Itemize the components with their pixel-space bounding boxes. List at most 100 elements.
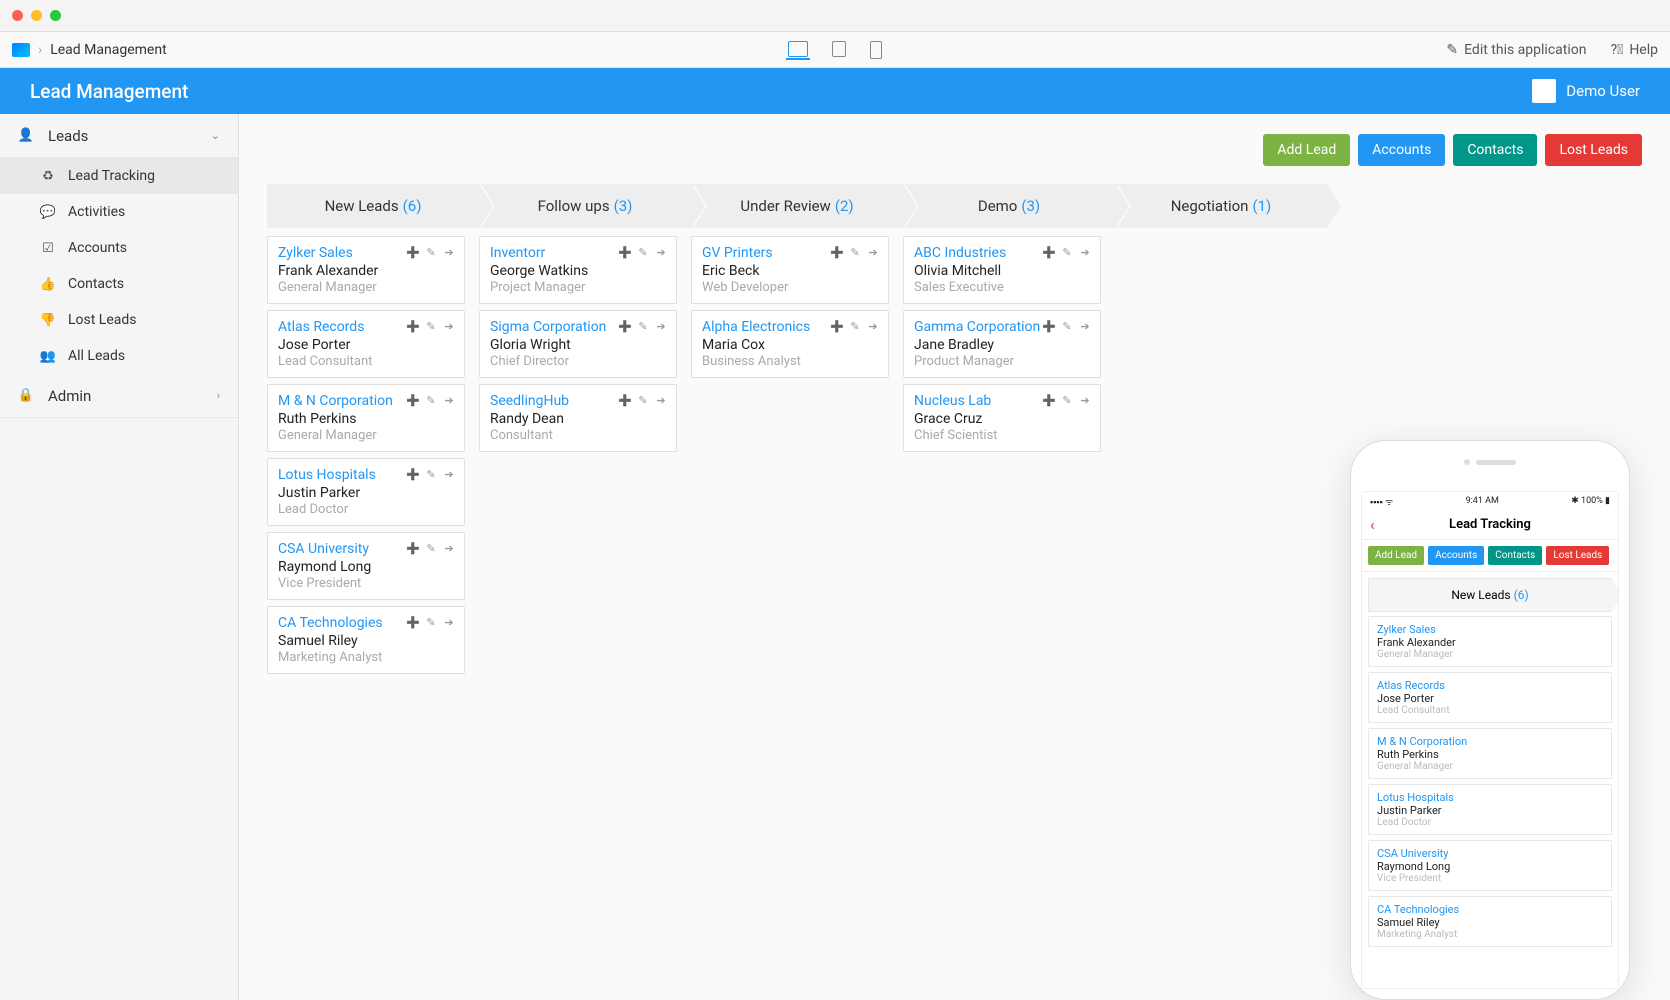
edit-icon[interactable]: ✎ [1060, 319, 1074, 333]
move-icon[interactable]: ➔ [866, 245, 880, 259]
edit-icon[interactable]: ✎ [424, 319, 438, 333]
phone-accounts-button[interactable]: Accounts [1428, 546, 1484, 565]
move-icon[interactable]: ➔ [442, 615, 456, 629]
sidebar-item-lost-leads[interactable]: 👎 Lost Leads [0, 302, 238, 338]
stage-header[interactable]: New Leads (6) [267, 184, 479, 228]
sidebar-item-activities[interactable]: 💬 Activities [0, 194, 238, 230]
move-icon[interactable]: ➔ [442, 541, 456, 555]
sidebar-item-all-leads[interactable]: 👥 All Leads [0, 338, 238, 374]
sidebar-item-accounts[interactable]: ☑ Accounts [0, 230, 238, 266]
add-icon[interactable]: ➕ [406, 467, 420, 481]
add-icon[interactable]: ➕ [830, 245, 844, 259]
edit-icon[interactable]: ✎ [424, 467, 438, 481]
edit-icon[interactable]: ✎ [424, 541, 438, 555]
lead-card[interactable]: ➕✎➔Lotus HospitalsJustin ParkerLead Doct… [267, 458, 465, 526]
lead-card[interactable]: ➕✎➔Sigma CorporationGloria WrightChief D… [479, 310, 677, 378]
move-icon[interactable]: ➔ [1078, 393, 1092, 407]
lead-company[interactable]: CSA University [1377, 847, 1603, 860]
sidebar-group-admin[interactable]: 🔒 Admin › [0, 374, 238, 418]
lead-card[interactable]: ➕✎➔CSA UniversityRaymond LongVice Presid… [267, 532, 465, 600]
edit-icon[interactable]: ✎ [636, 319, 650, 333]
stage-header[interactable]: Under Review (2) [691, 184, 903, 228]
move-icon[interactable]: ➔ [654, 393, 668, 407]
add-icon[interactable]: ➕ [406, 393, 420, 407]
lead-card[interactable]: ➕✎➔Nucleus LabGrace CruzChief Scientist [903, 384, 1101, 452]
phone-stage-header[interactable]: New Leads (6) [1368, 578, 1612, 612]
add-lead-button[interactable]: Add Lead [1263, 134, 1350, 166]
lost-leads-button[interactable]: Lost Leads [1545, 134, 1642, 166]
add-icon[interactable]: ➕ [618, 393, 632, 407]
lead-company[interactable]: Lotus Hospitals [1377, 791, 1603, 804]
tablet-view-button[interactable] [832, 41, 846, 57]
move-icon[interactable]: ➔ [1078, 245, 1092, 259]
lead-card[interactable]: ➕✎➔Gamma CorporationJane BradleyProduct … [903, 310, 1101, 378]
add-icon[interactable]: ➕ [830, 319, 844, 333]
maximize-window-button[interactable] [50, 10, 61, 21]
edit-icon[interactable]: ✎ [636, 245, 650, 259]
move-icon[interactable]: ➔ [1078, 319, 1092, 333]
help-link[interactable]: ?⃝ Help [1610, 42, 1658, 58]
close-window-button[interactable] [12, 10, 23, 21]
edit-icon[interactable]: ✎ [1060, 393, 1074, 407]
minimize-window-button[interactable] [31, 10, 42, 21]
phone-lead-card[interactable]: Lotus HospitalsJustin ParkerLead Doctor [1368, 784, 1612, 835]
edit-icon[interactable]: ✎ [848, 319, 862, 333]
lead-card[interactable]: ➕✎➔M & N CorporationRuth PerkinsGeneral … [267, 384, 465, 452]
phone-card-list[interactable]: Zylker SalesFrank AlexanderGeneral Manag… [1362, 616, 1618, 988]
lead-card[interactable]: ➕✎➔GV PrintersEric BeckWeb Developer [691, 236, 889, 304]
phone-view-button[interactable] [870, 41, 882, 59]
move-icon[interactable]: ➔ [442, 245, 456, 259]
current-user[interactable]: Demo User [1532, 79, 1640, 103]
phone-lead-card[interactable]: Zylker SalesFrank AlexanderGeneral Manag… [1368, 616, 1612, 667]
sidebar-item-contacts[interactable]: 👍 Contacts [0, 266, 238, 302]
desktop-view-button[interactable] [788, 41, 808, 57]
stage-header[interactable]: Negotiation (1) [1115, 184, 1327, 228]
move-icon[interactable]: ➔ [654, 319, 668, 333]
phone-contacts-button[interactable]: Contacts [1488, 546, 1542, 565]
add-icon[interactable]: ➕ [1042, 319, 1056, 333]
lead-card[interactable]: ➕✎➔ABC IndustriesOlivia MitchellSales Ex… [903, 236, 1101, 304]
edit-icon[interactable]: ✎ [424, 245, 438, 259]
edit-icon[interactable]: ✎ [424, 615, 438, 629]
add-icon[interactable]: ➕ [618, 319, 632, 333]
contacts-button[interactable]: Contacts [1453, 134, 1537, 166]
add-icon[interactable]: ➕ [406, 245, 420, 259]
move-icon[interactable]: ➔ [654, 245, 668, 259]
phone-add-lead-button[interactable]: Add Lead [1368, 546, 1424, 565]
phone-lead-card[interactable]: M & N CorporationRuth PerkinsGeneral Man… [1368, 728, 1612, 779]
phone-lost-leads-button[interactable]: Lost Leads [1546, 546, 1609, 565]
add-icon[interactable]: ➕ [406, 615, 420, 629]
back-button[interactable]: ‹ [1370, 515, 1375, 534]
edit-icon[interactable]: ✎ [1060, 245, 1074, 259]
add-icon[interactable]: ➕ [618, 245, 632, 259]
stage-header[interactable]: Follow ups (3) [479, 184, 691, 228]
phone-lead-card[interactable]: CA TechnologiesSamuel RileyMarketing Ana… [1368, 896, 1612, 947]
lead-company[interactable]: Atlas Records [1377, 679, 1603, 692]
lead-card[interactable]: ➕✎➔CA TechnologiesSamuel RileyMarketing … [267, 606, 465, 674]
edit-icon[interactable]: ✎ [636, 393, 650, 407]
move-icon[interactable]: ➔ [866, 319, 880, 333]
edit-icon[interactable]: ✎ [424, 393, 438, 407]
lead-company[interactable]: M & N Corporation [1377, 735, 1603, 748]
phone-lead-card[interactable]: CSA UniversityRaymond LongVice President [1368, 840, 1612, 891]
phone-lead-card[interactable]: Atlas RecordsJose PorterLead Consultant [1368, 672, 1612, 723]
accounts-button[interactable]: Accounts [1358, 134, 1445, 166]
lead-card[interactable]: ➕✎➔Atlas RecordsJose PorterLead Consulta… [267, 310, 465, 378]
sidebar-item-lead-tracking[interactable]: ♻ Lead Tracking [0, 158, 238, 194]
add-icon[interactable]: ➕ [1042, 393, 1056, 407]
breadcrumb-app-name[interactable]: Lead Management [50, 42, 166, 58]
lead-card[interactable]: ➕✎➔InventorrGeorge WatkinsProject Manage… [479, 236, 677, 304]
stage-header[interactable]: Demo (3) [903, 184, 1115, 228]
move-icon[interactable]: ➔ [442, 319, 456, 333]
add-icon[interactable]: ➕ [1042, 245, 1056, 259]
lead-company[interactable]: CA Technologies [1377, 903, 1603, 916]
move-icon[interactable]: ➔ [442, 393, 456, 407]
add-icon[interactable]: ➕ [406, 319, 420, 333]
lead-company[interactable]: Zylker Sales [1377, 623, 1603, 636]
lead-card[interactable]: ➕✎➔Alpha ElectronicsMaria CoxBusiness An… [691, 310, 889, 378]
edit-icon[interactable]: ✎ [848, 245, 862, 259]
add-icon[interactable]: ➕ [406, 541, 420, 555]
edit-application-link[interactable]: ✎ Edit this application [1446, 42, 1586, 58]
move-icon[interactable]: ➔ [442, 467, 456, 481]
sidebar-group-leads[interactable]: 👤 Leads ⌄ [0, 114, 238, 158]
